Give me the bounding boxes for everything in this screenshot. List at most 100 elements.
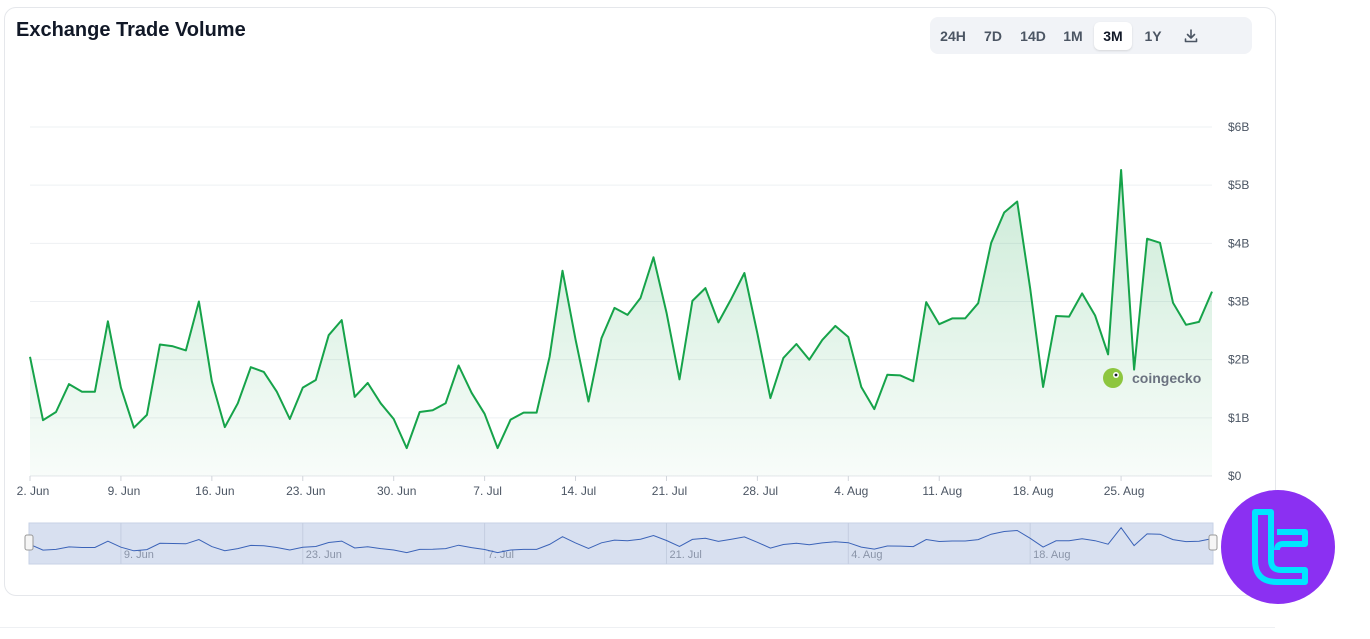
data-point bbox=[925, 301, 927, 303]
data-point bbox=[678, 378, 680, 380]
data-point bbox=[341, 319, 343, 321]
data-point bbox=[380, 402, 382, 404]
x-tick-label: 9. Jun bbox=[108, 484, 141, 498]
x-tick-label: 25. Aug bbox=[1104, 484, 1145, 498]
data-point bbox=[509, 418, 511, 420]
data-point bbox=[717, 321, 719, 323]
x-tick-label: 2. Jun bbox=[17, 484, 50, 498]
data-point bbox=[639, 297, 641, 299]
data-point bbox=[55, 411, 57, 413]
data-point bbox=[522, 411, 524, 413]
brand-badge bbox=[1221, 490, 1335, 604]
data-point bbox=[483, 413, 485, 415]
data-point bbox=[1029, 288, 1031, 290]
data-point bbox=[834, 325, 836, 327]
data-point bbox=[470, 392, 472, 394]
divider bbox=[0, 627, 1275, 628]
data-point bbox=[1146, 238, 1148, 240]
data-point bbox=[886, 374, 888, 376]
data-point bbox=[185, 349, 187, 351]
data-point bbox=[587, 400, 589, 402]
y-tick-label: $5B bbox=[1228, 178, 1249, 192]
data-point bbox=[1094, 314, 1096, 316]
data-point bbox=[198, 300, 200, 302]
data-point bbox=[172, 345, 174, 347]
data-point bbox=[873, 408, 875, 410]
data-point bbox=[1055, 315, 1057, 317]
data-point bbox=[535, 411, 537, 413]
brand-logo-icon bbox=[1252, 509, 1308, 585]
data-point bbox=[691, 300, 693, 302]
volume-area bbox=[29, 169, 1213, 476]
data-point bbox=[730, 297, 732, 299]
data-point bbox=[1003, 211, 1005, 213]
data-point bbox=[1120, 169, 1122, 171]
data-point bbox=[315, 379, 317, 381]
y-tick-label: $4B bbox=[1228, 236, 1249, 250]
y-tick-label: $1B bbox=[1228, 411, 1249, 425]
data-point bbox=[406, 447, 408, 449]
navigator-tick-label: 18. Aug bbox=[1033, 549, 1070, 561]
x-tick-label: 21. Jul bbox=[652, 484, 687, 498]
y-tick-label: $2B bbox=[1228, 353, 1249, 367]
data-point bbox=[354, 396, 356, 398]
range-navigator[interactable]: 9. Jun 23. Jun 7. Jul 21. Jul 4. Aug 18. Aug bbox=[24, 522, 1218, 565]
x-tick-label: 11. Aug bbox=[922, 484, 962, 498]
y-tick-label: $3B bbox=[1228, 295, 1249, 309]
data-point bbox=[990, 242, 992, 244]
x-axis: 2. Jun 9. Jun 16. Jun 23. Jun 30. Jun 7. Jul 1… bbox=[17, 476, 1145, 498]
data-point bbox=[652, 256, 654, 258]
data-point bbox=[1185, 324, 1187, 326]
data-point bbox=[899, 374, 901, 376]
data-point bbox=[1198, 321, 1200, 323]
data-point bbox=[938, 323, 940, 325]
x-tick-label: 16. Jun bbox=[195, 484, 234, 498]
data-point bbox=[782, 357, 784, 359]
data-point bbox=[964, 317, 966, 319]
data-point bbox=[665, 311, 667, 313]
data-point bbox=[1107, 353, 1109, 355]
navigator-tick-label: 21. Jul bbox=[669, 549, 701, 561]
data-point bbox=[133, 427, 135, 429]
data-point bbox=[107, 320, 109, 322]
data-point bbox=[1172, 302, 1174, 304]
y-axis: $0 $1B $2B $3B $4B $5B $6B bbox=[1228, 120, 1249, 483]
x-tick-label: 30. Jun bbox=[377, 484, 416, 498]
data-point bbox=[289, 418, 291, 420]
data-point bbox=[821, 339, 823, 341]
data-point bbox=[263, 371, 265, 373]
data-point bbox=[847, 336, 849, 338]
data-point bbox=[159, 343, 161, 345]
data-point bbox=[302, 386, 304, 388]
x-tick-label: 23. Jun bbox=[286, 484, 325, 498]
chart-svg: $0 $1B $2B $3B $4B $5B $6B 2. Jun 9. Jun 16. Jun… bbox=[17, 120, 1249, 565]
navigator-left-handle[interactable] bbox=[24, 534, 34, 551]
navigator-tick-label: 23. Jun bbox=[306, 549, 342, 561]
data-point bbox=[795, 343, 797, 345]
data-point bbox=[81, 391, 83, 393]
navigator-right-handle[interactable] bbox=[1208, 534, 1218, 551]
data-point bbox=[769, 397, 771, 399]
gecko-logo-icon bbox=[1103, 368, 1123, 388]
data-point bbox=[457, 364, 459, 366]
x-tick-label: 14. Jul bbox=[561, 484, 596, 498]
data-point bbox=[367, 382, 369, 384]
data-point bbox=[1016, 200, 1018, 202]
data-point bbox=[94, 391, 96, 393]
data-point bbox=[393, 418, 395, 420]
data-point bbox=[1159, 242, 1161, 244]
data-point bbox=[419, 411, 421, 413]
watermark-text: coingecko bbox=[1132, 370, 1201, 386]
data-point bbox=[977, 302, 979, 304]
data-point bbox=[328, 334, 330, 336]
data-point bbox=[68, 383, 70, 385]
data-point bbox=[743, 272, 745, 274]
data-point bbox=[600, 337, 602, 339]
data-point bbox=[432, 409, 434, 411]
data-point bbox=[211, 380, 213, 382]
y-tick-label: $0 bbox=[1228, 469, 1242, 483]
data-point bbox=[444, 402, 446, 404]
data-point bbox=[120, 386, 122, 388]
x-tick-label: 18. Aug bbox=[1013, 484, 1054, 498]
data-point bbox=[29, 356, 31, 358]
